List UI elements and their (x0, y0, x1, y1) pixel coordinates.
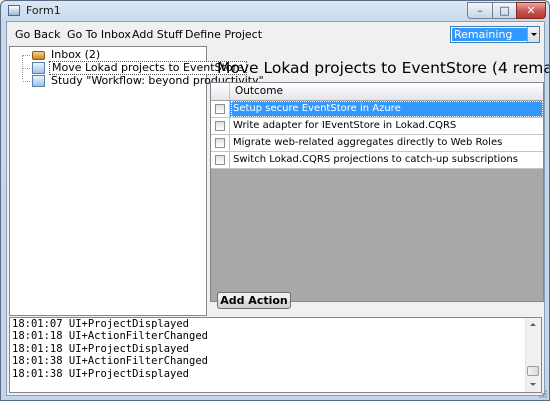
table-row[interactable]: Write adapter for IEventStore in Lokad.C… (211, 118, 543, 135)
outcome-column-header[interactable]: Outcome (235, 85, 283, 97)
go-back-menu[interactable]: Go Back (15, 28, 60, 41)
outcome-cell[interactable]: Setup secure EventStore in Azure (233, 103, 401, 114)
resize-grip-icon[interactable] (537, 388, 547, 398)
project-icon (32, 75, 45, 87)
row-checkbox[interactable] (215, 155, 225, 165)
app-icon (8, 5, 20, 16)
checkbox-cell (211, 135, 230, 151)
grid-header: Outcome (211, 83, 543, 101)
menu-bar: Go Back Go To Inbox Add Stuff Define Pro… (7, 22, 544, 46)
inbox-icon (32, 51, 45, 60)
row-checkbox[interactable] (215, 104, 225, 114)
outcome-cell[interactable]: Write adapter for IEventStore in Lokad.C… (233, 120, 456, 131)
log-line: 18:01:18 UI+ActionFilterChanged (12, 330, 208, 343)
log-line: 18:01:07 UI+ProjectDisplayed (12, 318, 190, 330)
grid-header-corner (211, 83, 230, 100)
add-stuff-menu[interactable]: Add Stuff (132, 28, 183, 41)
tree-connector (23, 68, 30, 69)
checkbox-cell (211, 152, 230, 168)
tree-item-label: Inbox (2) (51, 48, 101, 61)
action-filter-value: Remaining (452, 28, 528, 41)
row-checkbox[interactable] (215, 138, 225, 148)
scrollbar-thumb[interactable] (527, 366, 539, 376)
table-row[interactable]: Setup secure EventStore in Azure (211, 101, 543, 118)
outcome-cell[interactable]: Migrate web-related aggregates directly … (233, 137, 502, 148)
actions-grid[interactable]: Outcome Setup secure EventStore in Azure… (210, 82, 544, 302)
log-line: 18:01:38 UI+ActionFilterChanged (12, 355, 208, 368)
window-title: Form1 (26, 4, 61, 17)
log-line: 18:01:38 UI+ProjectDisplayed (12, 367, 190, 380)
outcome-cell[interactable]: Switch Lokad.CQRS projections to catch-u… (233, 154, 518, 165)
close-button[interactable]: ✕ (516, 2, 546, 19)
checkbox-cell (211, 101, 230, 117)
add-action-button[interactable]: Add Action (217, 292, 291, 309)
chevron-down-icon[interactable] (527, 27, 539, 42)
checkbox-cell (211, 118, 230, 134)
project-tree[interactable]: Inbox (2) Move Lokad projects to EventSt… (9, 46, 264, 316)
action-filter-select[interactable]: Remaining (450, 26, 540, 43)
tree-connector (22, 55, 23, 79)
event-log[interactable]: 18:01:07 UI+ProjectDisplayed 18:01:18 UI… (9, 317, 542, 393)
scroll-up-icon[interactable] (526, 318, 541, 332)
project-title: Move Lokad projects to EventStore (4 rem… (217, 59, 549, 77)
project-icon (32, 62, 45, 74)
tree-connector (23, 81, 30, 82)
title-bar[interactable]: Form1 – □ ✕ (1, 1, 549, 21)
minimize-button[interactable]: – (467, 2, 493, 19)
maximize-button[interactable]: □ (492, 2, 517, 19)
client-area: Go Back Go To Inbox Add Stuff Define Pro… (6, 21, 549, 396)
app-window: Form1 – □ ✕ Go Back Go To Inbox Add Stuf… (0, 0, 550, 401)
go-to-inbox-menu[interactable]: Go To Inbox (67, 28, 131, 41)
table-row[interactable]: Migrate web-related aggregates directly … (211, 135, 543, 152)
table-row[interactable]: Switch Lokad.CQRS projections to catch-u… (211, 152, 543, 169)
define-project-menu[interactable]: Define Project (185, 28, 262, 41)
row-checkbox[interactable] (215, 121, 225, 131)
tree-connector (23, 55, 30, 56)
log-lines: 18:01:07 UI+ProjectDisplayed 18:01:18 UI… (12, 318, 208, 380)
log-line: 18:01:18 UI+ProjectDisplayed (12, 342, 190, 355)
log-scrollbar[interactable] (525, 318, 541, 392)
